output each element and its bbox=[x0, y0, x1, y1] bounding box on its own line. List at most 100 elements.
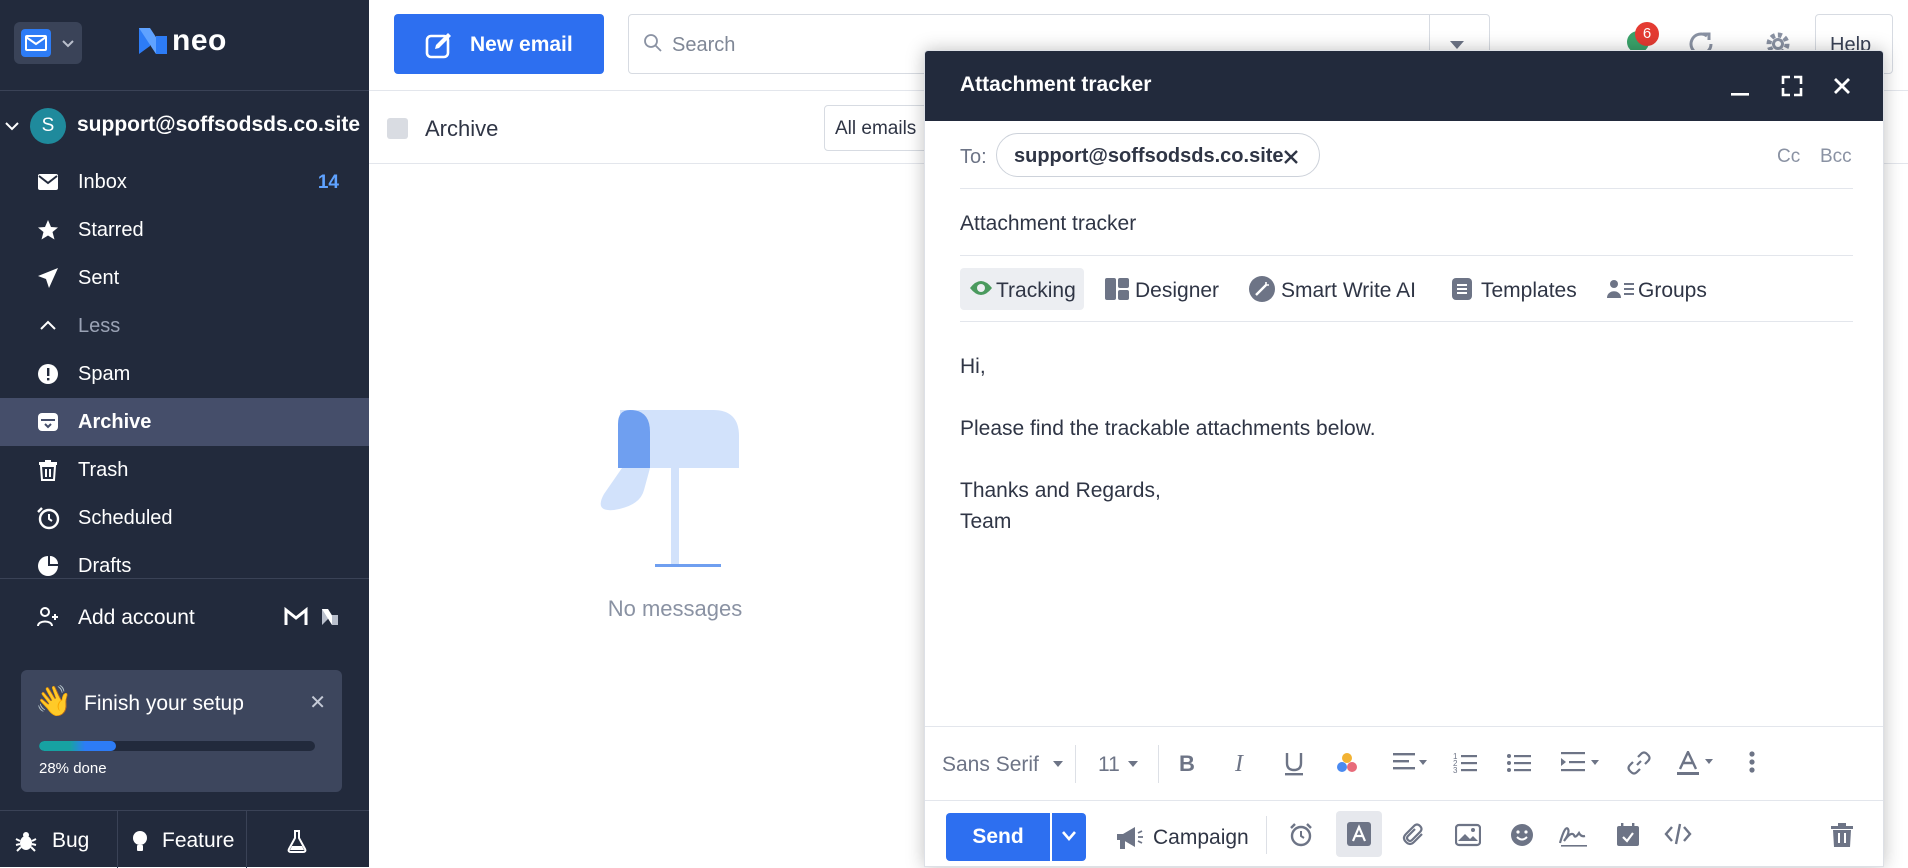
body-line: Thanks and Regards, bbox=[960, 479, 1161, 502]
expand-icon[interactable] bbox=[1781, 75, 1803, 97]
bullet-list-icon[interactable] bbox=[1507, 751, 1531, 775]
sidebar-item-scheduled[interactable]: Scheduled bbox=[0, 494, 369, 542]
bold-icon[interactable]: B bbox=[1177, 751, 1199, 775]
sidebar-item-inbox[interactable]: Inbox 14 bbox=[0, 158, 369, 206]
caret-down-icon bbox=[1053, 761, 1063, 767]
groups-button[interactable]: Groups bbox=[1607, 268, 1717, 310]
sidebar-item-trash[interactable]: Trash bbox=[0, 446, 369, 494]
more-options-icon[interactable] bbox=[1749, 751, 1755, 773]
color-palette-icon[interactable] bbox=[1335, 751, 1359, 775]
folder-title: Archive bbox=[425, 116, 499, 141]
sidebar-item-less[interactable]: Less bbox=[0, 302, 369, 350]
lightbulb-icon bbox=[128, 829, 152, 853]
cc-button[interactable]: Cc bbox=[1777, 146, 1800, 168]
signature-icon[interactable] bbox=[1559, 823, 1589, 847]
chevron-up-icon bbox=[36, 314, 60, 338]
body-line: Please find the trackable attachments be… bbox=[960, 417, 1376, 440]
sidebar-item-spam[interactable]: Spam bbox=[0, 350, 369, 398]
tool-label: Smart Write AI bbox=[1281, 279, 1416, 302]
send-options-button[interactable] bbox=[1052, 813, 1086, 861]
sidebar-item-archive[interactable]: Archive bbox=[0, 398, 369, 446]
font-family-select[interactable]: Sans Serif bbox=[942, 753, 1039, 777]
sidebar-item-label: Spam bbox=[78, 363, 131, 385]
indent-icon[interactable] bbox=[1561, 751, 1601, 773]
link-icon[interactable] bbox=[1627, 751, 1651, 775]
body-line bbox=[960, 382, 1853, 413]
clock-icon bbox=[36, 506, 60, 530]
delete-draft-icon[interactable] bbox=[1831, 823, 1853, 847]
recipient-chip[interactable]: support@soffsodsds.co.site bbox=[996, 133, 1320, 177]
calendar-check-icon[interactable] bbox=[1616, 823, 1640, 847]
new-email-label: New email bbox=[470, 33, 573, 56]
waving-hand-icon: 👋 bbox=[35, 685, 73, 718]
subject-value: Attachment tracker bbox=[960, 212, 1137, 235]
tool-label: Templates bbox=[1481, 279, 1577, 302]
paper-plane-icon bbox=[36, 266, 60, 290]
feature-button[interactable]: Feature bbox=[118, 811, 247, 868]
add-account-button[interactable]: Add account bbox=[0, 578, 369, 654]
draft-icon bbox=[36, 554, 60, 578]
trash-icon bbox=[36, 458, 60, 482]
designer-button[interactable]: Designer bbox=[1105, 268, 1223, 310]
search-placeholder: Search bbox=[672, 34, 736, 56]
neo-small-icon[interactable] bbox=[320, 607, 340, 627]
body-line: Hi, bbox=[960, 355, 986, 378]
sidebar-item-label: Less bbox=[78, 315, 121, 337]
remove-recipient-icon[interactable] bbox=[1283, 149, 1299, 165]
text-format-button[interactable] bbox=[1336, 811, 1382, 857]
subject-field[interactable]: Attachment tracker bbox=[960, 189, 1853, 256]
numbered-list-icon[interactable]: 123 bbox=[1453, 751, 1477, 775]
neo-logo-icon bbox=[136, 24, 170, 58]
minimize-icon[interactable] bbox=[1730, 77, 1750, 97]
bcc-button[interactable]: Bcc bbox=[1820, 146, 1852, 168]
labs-button[interactable] bbox=[247, 811, 369, 868]
megaphone-icon bbox=[1115, 825, 1143, 851]
svg-text:I: I bbox=[1234, 751, 1244, 775]
sidebar-item-sent[interactable]: Sent bbox=[0, 254, 369, 302]
emoji-icon[interactable] bbox=[1510, 823, 1534, 847]
send-button[interactable]: Send bbox=[946, 813, 1050, 861]
setup-progress-fill bbox=[39, 741, 117, 751]
setup-title: Finish your setup bbox=[84, 692, 244, 715]
toolbar-divider bbox=[1158, 745, 1159, 783]
mailbox-illustration bbox=[600, 410, 739, 567]
body-line: Team bbox=[960, 510, 1012, 533]
compose-window: Attachment tracker To: support@soffsodsd… bbox=[924, 50, 1884, 867]
chevron-down-icon[interactable] bbox=[4, 118, 20, 134]
bug-label: Bug bbox=[52, 829, 90, 852]
account-row[interactable]: S support@soffsodsds.co.site bbox=[0, 104, 369, 146]
italic-icon[interactable]: I bbox=[1230, 751, 1252, 775]
code-icon[interactable] bbox=[1664, 823, 1692, 845]
empty-message: No messages bbox=[607, 596, 743, 621]
add-account-label: Add account bbox=[78, 606, 195, 629]
search-options-icon[interactable] bbox=[1449, 40, 1465, 50]
text-color-icon[interactable] bbox=[1677, 751, 1717, 777]
bug-button[interactable]: Bug bbox=[0, 811, 118, 868]
alarm-clock-icon[interactable] bbox=[1289, 823, 1313, 847]
envelope-icon bbox=[36, 170, 60, 194]
account-switcher[interactable] bbox=[14, 22, 82, 64]
to-field[interactable]: To: support@soffsodsds.co.site Cc Bcc bbox=[960, 121, 1853, 189]
paperclip-icon[interactable] bbox=[1402, 823, 1426, 847]
align-icon[interactable] bbox=[1393, 751, 1427, 773]
sidebar-item-starred[interactable]: Starred bbox=[0, 206, 369, 254]
smart-write-button[interactable]: Smart Write AI bbox=[1249, 268, 1419, 310]
tracking-button[interactable]: Tracking bbox=[960, 268, 1084, 310]
font-size-select[interactable]: 11 bbox=[1098, 753, 1120, 777]
setup-card[interactable]: 👋 Finish your setup ✕ 28% done bbox=[21, 670, 342, 792]
flask-icon bbox=[285, 829, 309, 853]
message-body[interactable]: Hi, Please find the trackable attachment… bbox=[960, 351, 1853, 537]
chevron-down-icon bbox=[60, 35, 76, 51]
image-icon[interactable] bbox=[1455, 823, 1481, 847]
tool-label: Tracking bbox=[996, 279, 1076, 302]
unread-count: 14 bbox=[317, 172, 339, 193]
underline-icon[interactable] bbox=[1283, 751, 1305, 777]
new-email-button[interactable]: New email bbox=[394, 14, 604, 74]
gmail-icon[interactable] bbox=[284, 607, 308, 627]
body-line bbox=[960, 444, 1853, 475]
tool-label: Designer bbox=[1135, 279, 1220, 302]
templates-button[interactable]: Templates bbox=[1452, 268, 1582, 310]
close-icon[interactable] bbox=[1832, 76, 1852, 96]
close-icon[interactable]: ✕ bbox=[309, 690, 326, 715]
select-all-checkbox[interactable] bbox=[387, 118, 408, 139]
